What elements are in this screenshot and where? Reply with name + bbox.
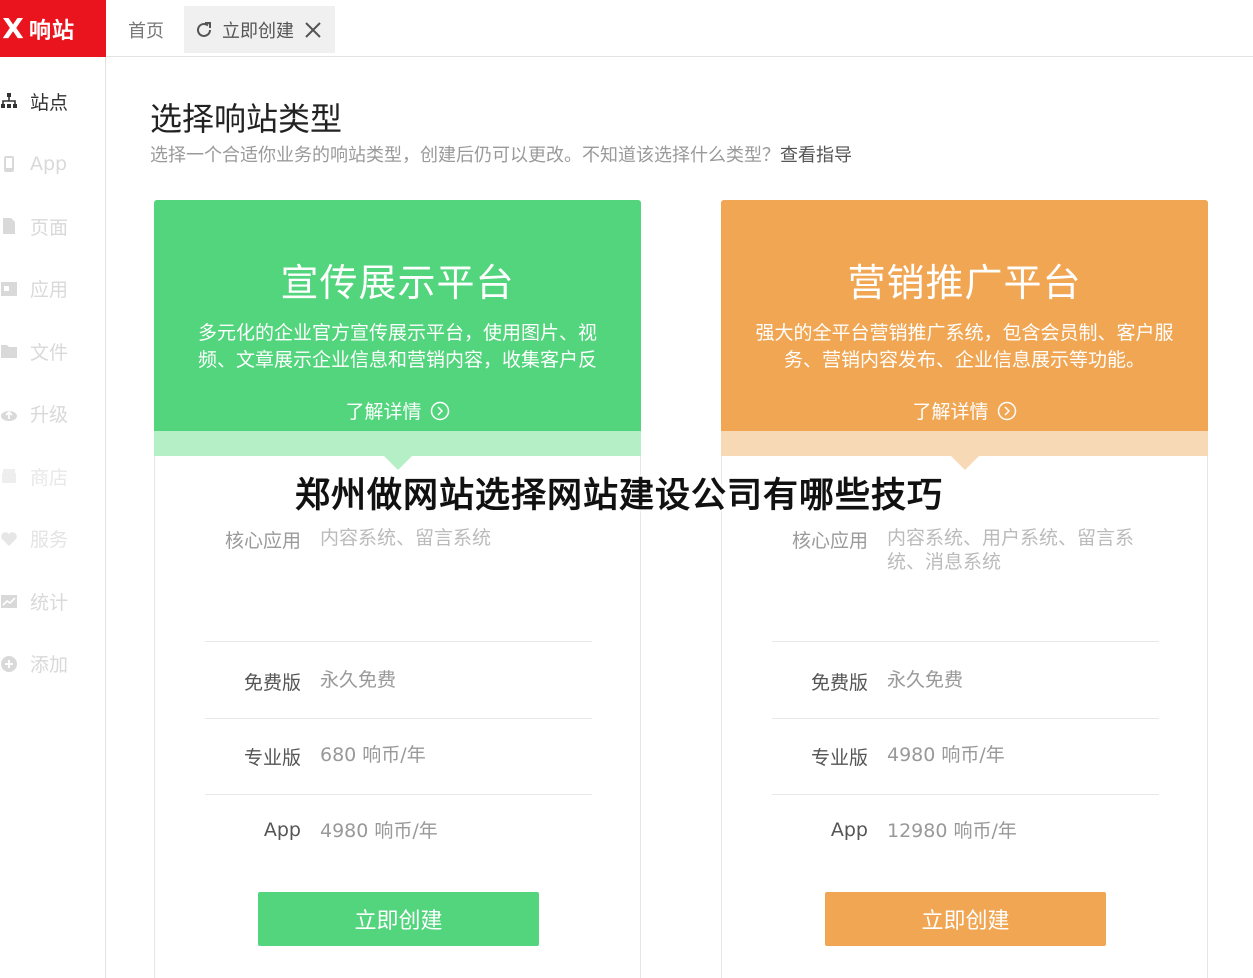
plan-card-showcase: 宣传展示平台 多元化的企业官方宣传展示平台，使用图片、视频、文章展示企业信息和营… (154, 200, 641, 978)
tab-home[interactable]: 首页 (128, 6, 164, 53)
learn-more-link[interactable]: 了解详情 (721, 397, 1208, 424)
plus-circle-icon (0, 655, 18, 673)
plan-name: 免费版 (810, 672, 868, 694)
plan-row: App 12980 响币/年 (772, 819, 1159, 843)
subtitle-text: 选择一个合适你业务的响站类型，创建后仍可以更改。不知道该选择什么类型？ (150, 145, 780, 166)
plan-name: 专业版 (810, 747, 868, 769)
page-icon (0, 217, 18, 235)
sidebar-item-label: 升级 (30, 404, 69, 427)
card-title: 营销推广平台 (847, 261, 1082, 305)
plan-price: 12980 响币/年 (887, 820, 1017, 842)
chevron-right-circle-icon (997, 401, 1016, 420)
plan-price: 4980 响币/年 (320, 820, 438, 842)
page-title: 选择响站类型 (150, 100, 343, 138)
divider (205, 641, 592, 642)
sidebar-nav: 站点 App 页面 应用 文件 升级 商店 服务 统计 添加 (0, 70, 106, 695)
chevron-right-circle-icon (430, 401, 449, 420)
folder-icon (0, 342, 18, 360)
sidebar-item-services[interactable]: 服务 (0, 508, 106, 571)
logo[interactable]: X 响站 (0, 0, 106, 57)
create-button[interactable]: 立即创建 (258, 892, 539, 946)
sidebar-item-label: App (30, 152, 68, 175)
card-header: 营销推广平台 强大的全平台营销推广系统，包含会员制、客户服务、营销内容发布、企业… (721, 200, 1208, 431)
plan-price: 680 响币/年 (320, 744, 426, 766)
app-root: X 响站 站点 App 页面 应用 文件 升级 商店 服务 统计 添加 首页 立… (0, 0, 1253, 978)
divider (205, 718, 592, 719)
close-icon[interactable] (304, 21, 322, 39)
sidebar-item-add[interactable]: 添加 (0, 633, 106, 696)
refresh-icon[interactable] (194, 20, 214, 40)
learn-more-link[interactable]: 了解详情 (154, 397, 641, 424)
card-notch (951, 456, 979, 470)
plan-name: 免费版 (243, 672, 301, 694)
card-band (721, 431, 1208, 456)
sidebar-item-app[interactable]: App (0, 133, 106, 196)
plan-row: 专业版 4980 响币/年 (772, 743, 1159, 770)
sidebar-item-label: 页面 (30, 216, 69, 239)
sidebar-item-sites[interactable]: 站点 (0, 70, 106, 133)
tab-home-label: 首页 (128, 20, 164, 42)
core-apps-label: 核心应用 (224, 530, 301, 552)
sitemap-icon (0, 92, 18, 110)
sidebar-item-label: 统计 (30, 591, 69, 614)
plan-price: 永久免费 (887, 669, 964, 691)
heart-icon (0, 530, 18, 548)
plan-row: App 4980 响币/年 (205, 819, 592, 843)
core-apps-value: 内容系统、用户系统、留言系统、消息系统 (887, 527, 1135, 573)
logo-text: 响站 (29, 18, 76, 44)
mobile-icon (0, 155, 18, 173)
divider (772, 641, 1159, 642)
sidebar: X 响站 站点 App 页面 应用 文件 升级 商店 服务 统计 添加 (0, 0, 106, 978)
core-apps-label: 核心应用 (791, 530, 868, 552)
sidebar-item-label: 站点 (30, 91, 69, 114)
plan-row: 免费版 永久免费 (772, 668, 1159, 695)
core-apps-row: 核心应用 内容系统、留言系统 (205, 526, 592, 553)
divider (772, 794, 1159, 795)
plan-name: App (263, 819, 301, 841)
card-header: 宣传展示平台 多元化的企业官方宣传展示平台，使用图片、视频、文章展示企业信息和营… (154, 200, 641, 431)
plan-row: 免费版 永久免费 (205, 668, 592, 695)
divider (205, 794, 592, 795)
tab-bar: 首页 立即创建 (107, 0, 1253, 57)
sidebar-item-files[interactable]: 文件 (0, 320, 106, 383)
overlay-headline: 郑州做网站选择网站建设公司有哪些技巧 (295, 476, 944, 516)
store-icon (0, 467, 18, 485)
sidebar-item-label: 服务 (30, 529, 69, 552)
card-description: 多元化的企业官方宣传展示平台，使用图片、视频、文章展示企业信息和营销内容，收集客… (197, 322, 597, 371)
divider (772, 718, 1159, 719)
plan-row: 专业版 680 响币/年 (205, 743, 592, 770)
cloud-upload-icon (0, 405, 18, 423)
sidebar-item-label: 应用 (30, 279, 69, 302)
sidebar-item-pages[interactable]: 页面 (0, 195, 106, 258)
sidebar-item-stats[interactable]: 统计 (0, 570, 106, 633)
page-subtitle: 选择一个合适你业务的响站类型，创建后仍可以更改。不知道该选择什么类型？查看指导 (150, 141, 852, 167)
guide-link[interactable]: 查看指导 (780, 145, 852, 166)
plan-name: App (830, 819, 868, 841)
learn-more-label: 了解详情 (912, 401, 989, 423)
sidebar-item-upgrade[interactable]: 升级 (0, 383, 106, 446)
chart-icon (0, 592, 18, 610)
plan-price: 永久免费 (320, 669, 397, 691)
tab-create-label: 立即创建 (222, 20, 294, 42)
logo-mark: X (2, 11, 24, 45)
sidebar-item-label: 添加 (30, 654, 69, 677)
sidebar-item-store[interactable]: 商店 (0, 445, 106, 508)
sidebar-item-label: 文件 (30, 341, 69, 364)
tab-create[interactable]: 立即创建 (184, 6, 335, 53)
sidebar-item-label: 商店 (30, 466, 69, 489)
sidebar-item-apps[interactable]: 应用 (0, 258, 106, 321)
core-apps-row: 核心应用 内容系统、用户系统、留言系统、消息系统 (772, 526, 1159, 574)
plan-card-marketing: 营销推广平台 强大的全平台营销推广系统，包含会员制、客户服务、营销内容发布、企业… (721, 200, 1208, 978)
learn-more-label: 了解详情 (345, 401, 422, 423)
plan-price: 4980 响币/年 (887, 744, 1005, 766)
card-band (154, 431, 641, 456)
app-icon (0, 280, 18, 298)
core-apps-value: 内容系统、留言系统 (320, 527, 492, 549)
card-description: 强大的全平台营销推广系统，包含会员制、客户服务、营销内容发布、企业信息展示等功能… (755, 322, 1174, 371)
plan-name: 专业版 (243, 747, 301, 769)
create-button[interactable]: 立即创建 (825, 892, 1106, 946)
card-title: 宣传展示平台 (280, 261, 515, 305)
